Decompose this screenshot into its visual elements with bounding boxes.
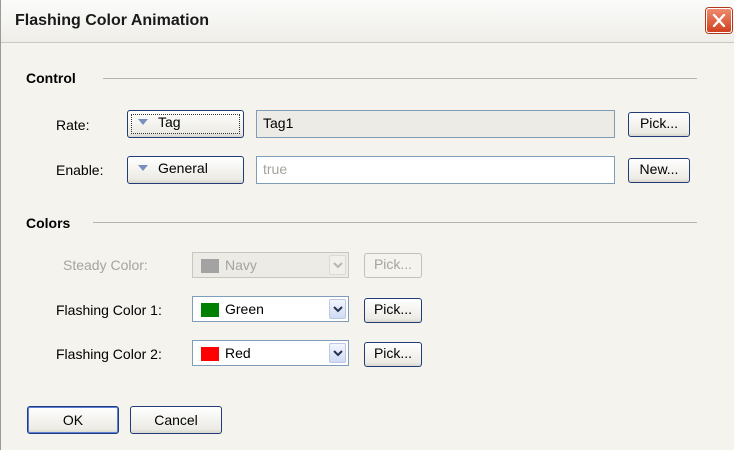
- enable-new-button[interactable]: New...: [628, 158, 690, 183]
- steady-color-pick-button[interactable]: Pick...: [364, 253, 422, 278]
- rate-pick-button[interactable]: Pick...: [628, 112, 690, 137]
- flashing-color-2-select[interactable]: Red: [192, 340, 349, 366]
- flashing-color-2-value: Red: [225, 345, 251, 361]
- steady-color-swatch: [201, 259, 219, 273]
- flashing-color-1-label: Flashing Color 1:: [56, 302, 162, 318]
- enable-value-text: true: [263, 161, 288, 177]
- enable-label: Enable:: [56, 162, 104, 178]
- chevron-down-icon: [333, 262, 343, 269]
- flashing-color-1-pick-button[interactable]: Pick...: [364, 298, 422, 323]
- control-section-label: Control: [26, 70, 76, 86]
- window-title: Flashing Color Animation: [15, 12, 210, 29]
- ok-button[interactable]: OK: [27, 406, 119, 434]
- close-icon: [712, 14, 726, 27]
- flashing-color-2-dropdown-arrow[interactable]: [329, 343, 346, 363]
- colors-section-label: Colors: [26, 215, 71, 231]
- flashing-color-2-label: Flashing Color 2:: [56, 346, 162, 362]
- enable-type-dropdown-button[interactable]: General: [127, 156, 244, 184]
- colors-divider: [93, 222, 697, 223]
- steady-color-dropdown-arrow[interactable]: [329, 255, 346, 275]
- flashing-color-1-swatch: [201, 303, 219, 317]
- rate-value-text: Tag1: [263, 115, 294, 131]
- flashing-color-2-swatch: [201, 347, 219, 361]
- steady-color-label: Steady Color:: [63, 257, 148, 273]
- steady-color-value: Navy: [225, 257, 257, 273]
- chevron-down-icon: [333, 306, 343, 313]
- title-bar: Flashing Color Animation: [1, 0, 734, 43]
- flashing-color-1-value: Green: [225, 301, 264, 317]
- flashing-color-2-pick-button[interactable]: Pick...: [364, 342, 422, 367]
- close-button[interactable]: [706, 8, 732, 33]
- rate-type-dropdown-button[interactable]: Tag: [127, 110, 244, 138]
- rate-label: Rate:: [56, 117, 90, 133]
- dropdown-triangle-icon: [138, 165, 148, 171]
- enable-type-label: General: [158, 160, 208, 176]
- enable-value-field[interactable]: true: [256, 156, 615, 184]
- flashing-color-dialog: Flashing Color Animation Control Rate: T…: [0, 0, 734, 450]
- chevron-down-icon: [333, 350, 343, 357]
- flashing-color-1-dropdown-arrow[interactable]: [329, 299, 346, 319]
- dropdown-triangle-icon: [138, 119, 148, 125]
- cancel-button[interactable]: Cancel: [130, 406, 222, 434]
- flashing-color-1-select[interactable]: Green: [192, 296, 349, 322]
- steady-color-select[interactable]: Navy: [192, 252, 349, 278]
- control-divider: [103, 78, 697, 79]
- rate-value-field[interactable]: Tag1: [256, 110, 615, 138]
- rate-type-label: Tag: [158, 114, 181, 130]
